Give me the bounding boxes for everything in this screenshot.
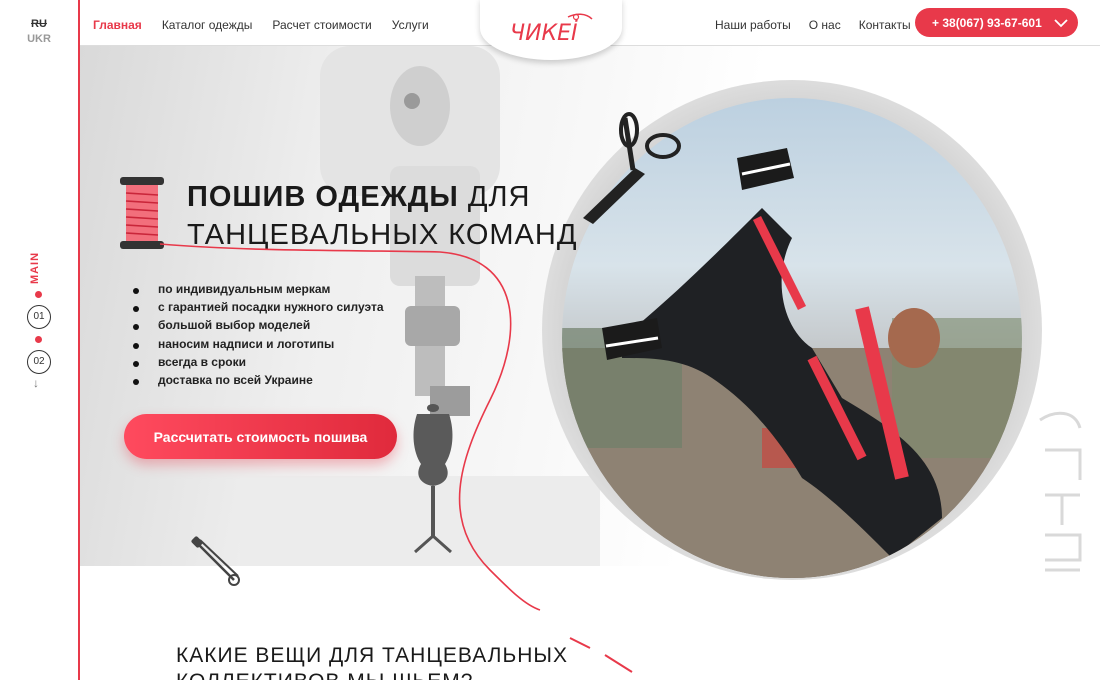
section-indicator: MAIN: [27, 250, 51, 290]
hero-title: ПОШИВ ОДЕЖДЫ ДЛЯ ТАНЦЕВАЛЬНЫХ КОМАНД: [187, 178, 577, 254]
nav-calculation[interactable]: Расчет стоимости: [272, 18, 371, 32]
active-dot-icon: [35, 291, 42, 298]
vertical-logo-watermark: [1039, 411, 1082, 572]
slide-1-button[interactable]: 01: [27, 305, 51, 329]
chevron-down-icon: [1054, 18, 1068, 27]
top-nav: Главная Каталог одежды Расчет стоимости …: [80, 0, 1100, 60]
main-label: MAIN: [29, 251, 42, 285]
hero-title-line2: ТАНЦЕВАЛЬНЫХ КОМАНД: [187, 219, 578, 251]
scissors-icon: [583, 112, 681, 224]
nav-home[interactable]: Главная: [93, 18, 142, 32]
section-title-line2: КОЛЛЕКТИВОВ МЫ ШЬЕМ?: [176, 669, 568, 680]
lang-ukr-link[interactable]: UKR: [0, 33, 78, 45]
left-rail: RU UKR MAIN 01 02 ↓: [0, 0, 80, 680]
nav-left: Главная Каталог одежды Расчет стоимости …: [93, 18, 429, 32]
calculate-cost-button[interactable]: Рассчитать стоимость пошива: [124, 414, 397, 459]
feature-item: большой выбор моделей: [133, 318, 384, 336]
section-title-line1: КАКИЕ ВЕЩИ ДЛЯ ТАНЦЕВАЛЬНЫХ: [176, 644, 568, 667]
thread-spool-icon: [120, 177, 164, 249]
nav-works[interactable]: Наши работы: [715, 18, 791, 32]
phone-number: + 38(067) 93-67-601: [932, 15, 1042, 30]
mannequin-icon: [413, 404, 453, 554]
feature-item: наносим надписи и логотипы: [133, 337, 384, 355]
arrow-down-icon[interactable]: ↓: [33, 376, 39, 390]
hero-title-bold: ПОШИВ ОДЕЖДЫ: [187, 181, 459, 213]
features-list: по индивидуальным меркам с гарантией пос…: [133, 282, 384, 391]
feature-item: всегда в сроки: [133, 355, 384, 373]
page: RU UKR MAIN 01 02 ↓ Главная Каталог одеж…: [0, 0, 1100, 680]
safety-pin-icon: [191, 536, 240, 586]
nav-services[interactable]: Услуги: [392, 18, 429, 32]
feature-item: доставка по всей Украине: [133, 373, 384, 391]
nav-contacts[interactable]: Контакты: [859, 18, 911, 32]
slide-2-button[interactable]: 02: [27, 350, 51, 374]
section-title: КАКИЕ ВЕЩИ ДЛЯ ТАНЦЕВАЛЬНЫХ КОЛЛЕКТИВОВ …: [176, 643, 568, 680]
logo-icon: ЧИКЕİ: [510, 13, 593, 46]
phone-button[interactable]: + 38(067) 93-67-601: [915, 8, 1078, 37]
hero-title-rest: ДЛЯ: [458, 181, 531, 213]
nav-catalog[interactable]: Каталог одежды: [162, 18, 253, 32]
nav-right: Наши работы О нас Контакты: [715, 18, 911, 32]
lang-ru-link[interactable]: RU: [0, 18, 78, 30]
dot-icon: [35, 336, 42, 343]
feature-item: по индивидуальным меркам: [133, 282, 384, 300]
svg-text:ЧИКЕİ: ЧИКЕİ: [510, 20, 578, 46]
feature-item: с гарантией посадки нужного силуэта: [133, 300, 384, 318]
nav-about[interactable]: О нас: [809, 18, 841, 32]
